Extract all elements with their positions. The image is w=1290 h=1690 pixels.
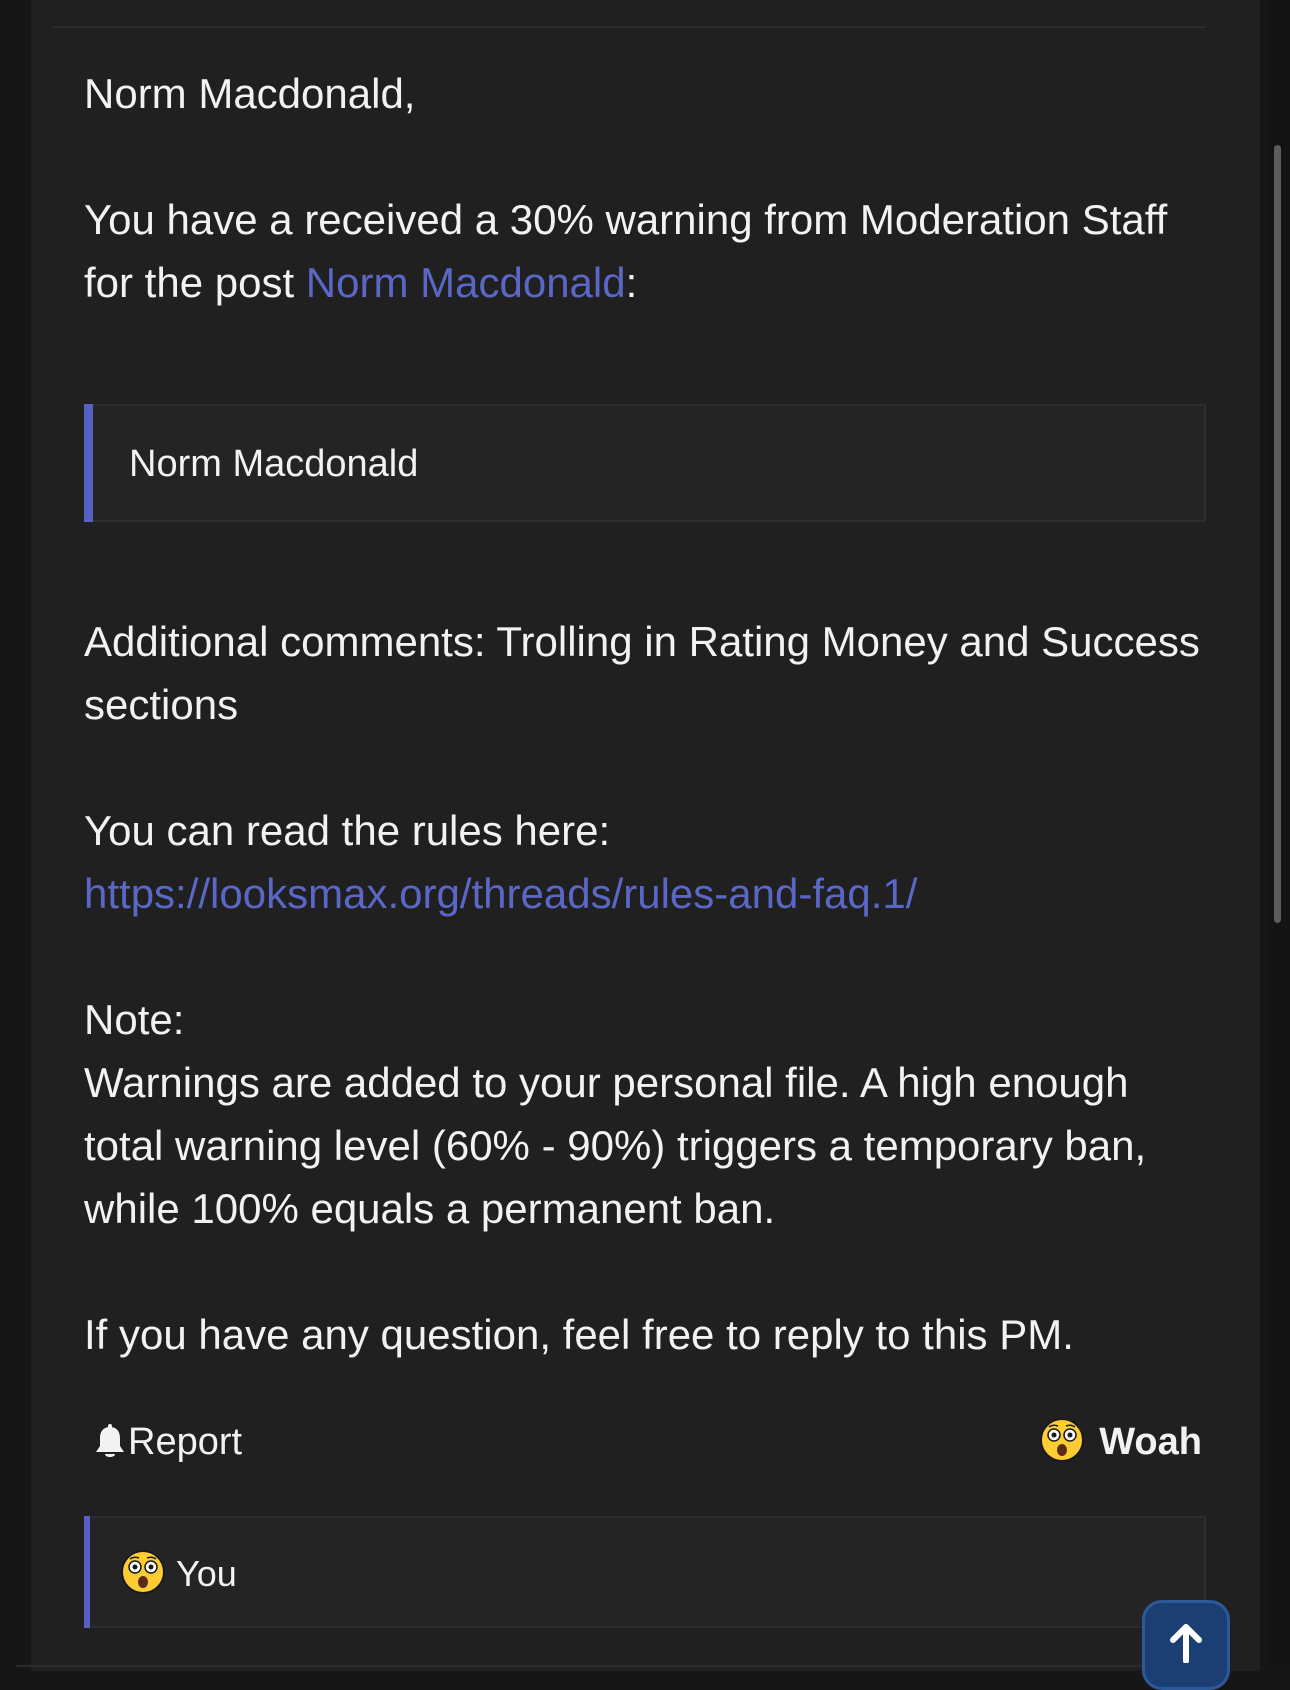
arrow-up-icon xyxy=(1166,1623,1206,1687)
reactions-accent-bar xyxy=(84,1516,90,1628)
warning-line-suffix: : xyxy=(625,259,638,306)
post-link[interactable]: Norm Macdonald xyxy=(306,259,626,306)
additional-comments: Additional comments: Trolling in Rating … xyxy=(84,618,1200,728)
greeting: Norm Macdonald, xyxy=(84,70,416,117)
scroll-to-top-button[interactable] xyxy=(1142,1600,1230,1690)
reaction-user-name: You xyxy=(176,1553,237,1594)
rules-intro: You can read the rules here: xyxy=(84,807,611,854)
scrollbar-thumb[interactable] xyxy=(1274,145,1281,923)
quote-accent-bar xyxy=(84,404,93,522)
astonished-face-emoji-icon xyxy=(1039,1417,1085,1468)
report-button[interactable]: Report xyxy=(94,1416,242,1468)
woah-reaction-button[interactable]: Woah xyxy=(1039,1416,1202,1468)
quote-text: Norm Macdonald xyxy=(129,443,419,485)
message-body-lower: Additional comments: Trolling in Rating … xyxy=(84,610,1214,1366)
top-divider xyxy=(53,26,1206,28)
closing-line: If you have any question, feel free to r… xyxy=(84,1311,1074,1358)
woah-label: Woah xyxy=(1099,1420,1202,1463)
bell-icon xyxy=(94,1424,126,1460)
quoted-post: Norm Macdonald xyxy=(84,404,1206,522)
rules-link[interactable]: https://looksmax.org/threads/rules-and-f… xyxy=(84,870,917,917)
note-body: Warnings are added to your personal file… xyxy=(84,1059,1147,1232)
bottom-divider xyxy=(16,1665,1228,1667)
message-body: Norm Macdonald, You have a received a 30… xyxy=(84,62,1214,314)
reactions-summary[interactable]: You xyxy=(120,1549,237,1600)
reactions-bar: You xyxy=(84,1516,1206,1628)
warning-line: You have a received a 30% warning from M… xyxy=(84,188,1214,314)
message-actions: Report Woah xyxy=(84,1412,1206,1472)
astonished-face-emoji-icon xyxy=(120,1549,166,1600)
note-heading: Note: xyxy=(84,996,185,1043)
report-label: Report xyxy=(128,1420,243,1463)
